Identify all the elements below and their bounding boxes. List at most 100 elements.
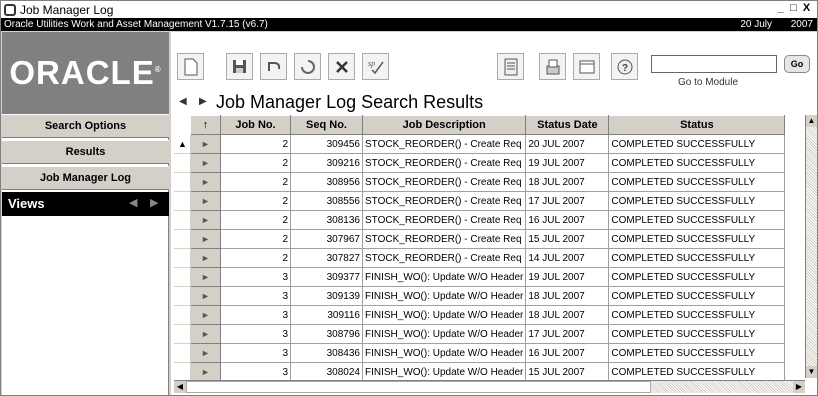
cell-status[interactable]: COMPLETED SUCCESSFULLY [608,134,786,154]
refresh-icon[interactable] [294,53,321,80]
delete-icon[interactable] [328,53,355,80]
cell-status[interactable]: COMPLETED SUCCESSFULLY [608,324,786,344]
nav-job-manager-log[interactable]: Job Manager Log [2,166,169,190]
cell-job-no[interactable]: 2 [220,172,291,192]
column-header-job-no[interactable]: Job No. [220,115,291,135]
cell-status-date[interactable]: 16 JUL 2007 [525,343,610,363]
cell-job-no[interactable]: 2 [220,229,291,249]
cell-status[interactable]: COMPLETED SUCCESSFULLY [608,210,786,230]
column-header-status-date[interactable]: Status Date [525,115,610,135]
cell-seq-no[interactable]: 307967 [290,229,363,249]
cell-job-no[interactable]: 2 [220,191,291,211]
cell-job-description[interactable]: STOCK_REORDER() - Create Req [361,210,527,230]
cell-status[interactable]: COMPLETED SUCCESSFULLY [608,172,786,192]
cell-status[interactable]: COMPLETED SUCCESSFULLY [608,191,786,211]
cell-status-date[interactable]: 14 JUL 2007 [525,248,610,268]
cell-seq-no[interactable]: 309456 [290,134,363,154]
views-prev-icon[interactable]: ◀ [129,196,137,209]
cell-job-no[interactable]: 3 [220,267,291,287]
table-row[interactable]: ► 2 307827 STOCK_REORDER() - Create Req 14 J… [174,248,786,268]
row-selector-icon[interactable]: ► [190,267,221,287]
cell-job-no[interactable]: 3 [220,343,291,363]
cell-job-description[interactable]: STOCK_REORDER() - Create Req [361,248,527,268]
row-selector-icon[interactable]: ► [190,343,221,363]
cell-job-description[interactable]: STOCK_REORDER() - Create Req [361,172,527,192]
cell-status[interactable]: COMPLETED SUCCESSFULLY [608,362,786,382]
cell-seq-no[interactable]: 309377 [290,267,363,287]
cell-job-description[interactable]: FINISH_WO(): Update W/O Header [361,286,527,306]
sort-header[interactable]: ↑ [190,115,221,135]
cell-job-description[interactable]: STOCK_REORDER() - Create Req [361,191,527,211]
table-row[interactable]: ► 3 309377 FINISH_WO(): Update W/O Header 19… [174,267,786,287]
horizontal-scrollbar[interactable]: ◀ ▶ [174,380,805,393]
cell-seq-no[interactable]: 309216 [290,153,363,173]
cell-job-description[interactable]: FINISH_WO(): Update W/O Header [361,324,527,344]
cell-seq-no[interactable]: 309116 [290,305,363,325]
scroll-right-icon[interactable]: ▶ [793,381,805,393]
cell-job-description[interactable]: FINISH_WO(): Update W/O Header [361,267,527,287]
table-row[interactable]: ► 3 309116 FINISH_WO(): Update W/O Header 18… [174,305,786,325]
cell-status-date[interactable]: 17 JUL 2007 [525,191,610,211]
cell-seq-no[interactable]: 308136 [290,210,363,230]
horizontal-scroll-thumb[interactable] [186,381,651,393]
go-button[interactable]: Go [784,55,810,73]
cell-job-description[interactable]: FINISH_WO(): Update W/O Header [361,362,527,382]
window-icon[interactable] [573,53,600,80]
print-icon[interactable] [539,53,566,80]
report-icon[interactable] [497,53,524,80]
scroll-left-icon[interactable]: ◀ [174,381,186,393]
cell-job-no[interactable]: 2 [220,134,291,154]
cell-status-date[interactable]: 18 JUL 2007 [525,172,610,192]
cell-seq-no[interactable]: 308556 [290,191,363,211]
cell-seq-no[interactable]: 307827 [290,248,363,268]
table-row[interactable]: ► 3 308024 FINISH_WO(): Update W/O Header 15… [174,362,786,382]
cell-job-description[interactable]: FINISH_WO(): Update W/O Header [361,305,527,325]
cell-status[interactable]: COMPLETED SUCCESSFULLY [608,248,786,268]
forward-arrow-icon[interactable]: ▶ [199,96,207,107]
scroll-up-icon[interactable]: ▲ [806,115,817,127]
table-row[interactable]: ► 3 308436 FINISH_WO(): Update W/O Header 16… [174,343,786,363]
table-row[interactable]: ► 3 309139 FINISH_WO(): Update W/O Header 18… [174,286,786,306]
cell-status[interactable]: COMPLETED SUCCESSFULLY [608,305,786,325]
scroll-down-icon[interactable]: ▼ [806,366,817,378]
cell-status-date[interactable]: 15 JUL 2007 [525,362,610,382]
cell-job-no[interactable]: 2 [220,153,291,173]
restore-icon[interactable]: □ [787,2,800,15]
cell-job-description[interactable]: FINISH_WO(): Update W/O Header [361,343,527,363]
table-row[interactable]: ▲ ► 2 309456 STOCK_REORDER() - Create Req 20 … [174,134,786,154]
cell-status-date[interactable]: 18 JUL 2007 [525,286,610,306]
cell-status-date[interactable]: 20 JUL 2007 [525,134,610,154]
row-selector-icon[interactable]: ► [190,324,221,344]
cell-status-date[interactable]: 19 JUL 2007 [525,267,610,287]
cell-status-date[interactable]: 19 JUL 2007 [525,153,610,173]
cell-seq-no[interactable]: 308024 [290,362,363,382]
row-selector-icon[interactable]: ► [190,210,221,230]
cell-seq-no[interactable]: 309139 [290,286,363,306]
undo-icon[interactable] [260,53,287,80]
table-row[interactable]: ► 2 309216 STOCK_REORDER() - Create Req 19 J… [174,153,786,173]
table-row[interactable]: ► 2 308956 STOCK_REORDER() - Create Req 18 J… [174,172,786,192]
vertical-scrollbar[interactable]: ▲ ▼ [805,115,817,378]
go-to-module-input[interactable] [651,55,777,73]
row-selector-icon[interactable]: ► [190,305,221,325]
cell-job-description[interactable]: STOCK_REORDER() - Create Req [361,229,527,249]
close-icon[interactable]: X [800,2,813,15]
help-icon[interactable]: ? [611,53,638,80]
cell-job-description[interactable]: STOCK_REORDER() - Create Req [361,153,527,173]
cell-status-date[interactable]: 18 JUL 2007 [525,305,610,325]
column-header-status[interactable]: Status [608,115,786,135]
cell-status[interactable]: COMPLETED SUCCESSFULLY [608,153,786,173]
cell-status[interactable]: COMPLETED SUCCESSFULLY [608,229,786,249]
save-icon[interactable] [226,53,253,80]
cell-status[interactable]: COMPLETED SUCCESSFULLY [608,343,786,363]
cell-job-description[interactable]: STOCK_REORDER() - Create Req [361,134,527,154]
row-selector-icon[interactable]: ► [190,191,221,211]
cell-job-no[interactable]: 3 [220,305,291,325]
nav-search-options[interactable]: Search Options [2,114,169,138]
cell-seq-no[interactable]: 308436 [290,343,363,363]
cell-status-date[interactable]: 15 JUL 2007 [525,229,610,249]
cell-job-no[interactable]: 3 [220,362,291,382]
table-row[interactable]: ► 2 308556 STOCK_REORDER() - Create Req 17 J… [174,191,786,211]
cell-status[interactable]: COMPLETED SUCCESSFULLY [608,267,786,287]
column-header-seq-no[interactable]: Seq No. [290,115,363,135]
